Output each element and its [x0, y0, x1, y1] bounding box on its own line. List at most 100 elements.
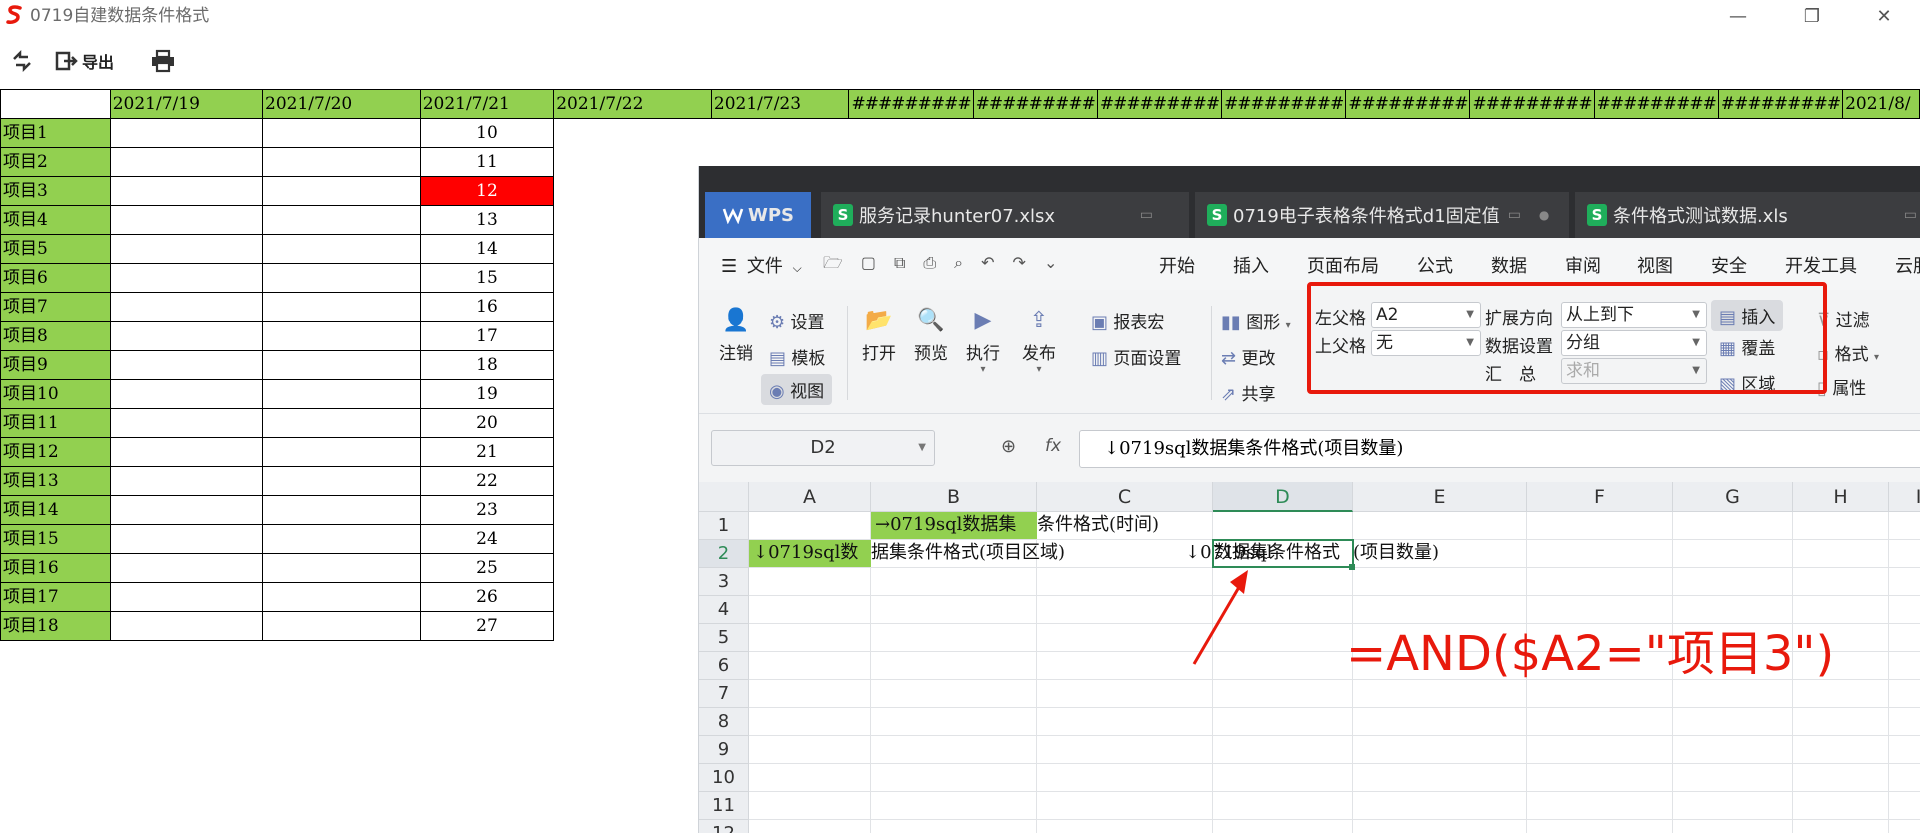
menu-cloud[interactable]: 云服: [1895, 252, 1920, 278]
row-label-cell[interactable]: 项目8: [0, 321, 111, 351]
grid-cell[interactable]: [871, 792, 1037, 820]
row-label-cell[interactable]: 项目1: [0, 118, 111, 148]
row-header[interactable]: 12: [699, 820, 749, 833]
value-cell[interactable]: 14: [419, 234, 555, 264]
empty-cell[interactable]: [109, 495, 264, 525]
quick-access-icons[interactable]: 🗁▢⧉⎙⌕↶↷⌄: [823, 252, 1075, 279]
date-header[interactable]: #########: [1717, 89, 1844, 119]
preview-button[interactable]: 🔍 预览: [911, 308, 951, 364]
grid-cell[interactable]: [1889, 540, 1920, 568]
grid-cell[interactable]: [1673, 568, 1793, 596]
grid-cell[interactable]: [1213, 680, 1353, 708]
empty-cell[interactable]: [262, 495, 421, 525]
grid-cell[interactable]: [1889, 736, 1920, 764]
grid-cell[interactable]: [749, 764, 871, 792]
grid-cell[interactable]: [1793, 792, 1889, 820]
empty-cell[interactable]: [109, 292, 264, 322]
empty-cell[interactable]: [262, 292, 421, 322]
grid-cell[interactable]: [1353, 736, 1527, 764]
file-menu[interactable]: ☰ 文件 ⌵: [721, 252, 802, 278]
date-header[interactable]: 2021/8/: [1842, 89, 1920, 119]
date-header[interactable]: #########: [1345, 89, 1471, 119]
empty-cell[interactable]: [109, 466, 264, 496]
date-header[interactable]: #########: [1221, 89, 1347, 119]
restore-button[interactable]: ❐: [1790, 2, 1834, 32]
grid-cell[interactable]: [749, 736, 871, 764]
grid-cell[interactable]: [1353, 708, 1527, 736]
date-header[interactable]: #########: [1469, 89, 1595, 119]
grid-cell[interactable]: [749, 708, 871, 736]
empty-cell[interactable]: [262, 118, 421, 148]
grid-cell[interactable]: [871, 624, 1037, 652]
grid-cell[interactable]: [1037, 680, 1213, 708]
grid-cell[interactable]: [749, 680, 871, 708]
grid-cell[interactable]: [1213, 820, 1353, 833]
row-label-cell[interactable]: 项目2: [0, 147, 111, 177]
select-all-corner[interactable]: [699, 482, 749, 512]
date-header[interactable]: 2021/7/20: [262, 89, 421, 119]
row-header[interactable]: 4: [699, 596, 749, 624]
zoom-icon[interactable]: ⊕: [1001, 436, 1016, 457]
page-setup-button[interactable]: ▥ 页面设置: [1091, 344, 1181, 369]
column-header-a[interactable]: A: [749, 482, 871, 512]
column-header-g[interactable]: G: [1673, 482, 1793, 512]
empty-cell[interactable]: [262, 408, 421, 438]
grid-cell[interactable]: [1527, 764, 1673, 792]
grid-cell[interactable]: [871, 820, 1037, 833]
logout-button[interactable]: 👤 注销: [719, 308, 753, 364]
chart-button[interactable]: ▮▮ 图形 ▾: [1221, 308, 1291, 333]
grid-cell[interactable]: [1037, 708, 1213, 736]
row-header[interactable]: 8: [699, 708, 749, 736]
row-label-cell[interactable]: 项目14: [0, 495, 111, 525]
value-cell[interactable]: 23: [419, 495, 555, 525]
row-label-cell[interactable]: 项目15: [0, 524, 111, 554]
grid-cell[interactable]: [1353, 764, 1527, 792]
grid-cell[interactable]: [1213, 512, 1353, 540]
formula-input[interactable]: ↓0719sql数据集条件格式(项目数量): [1079, 430, 1920, 468]
grid-cell[interactable]: [1793, 540, 1889, 568]
grid-cell[interactable]: [1213, 736, 1353, 764]
empty-cell[interactable]: [262, 263, 421, 293]
cell-b1[interactable]: →0719sql数据集: [875, 512, 1016, 538]
grid-cell[interactable]: [749, 596, 871, 624]
fx-label[interactable]: fx: [1045, 436, 1061, 456]
empty-cell[interactable]: [262, 437, 421, 467]
empty-cell[interactable]: [262, 611, 421, 641]
grid-cell[interactable]: [749, 652, 871, 680]
empty-cell[interactable]: [109, 118, 264, 148]
date-header[interactable]: 2021/7/23: [710, 89, 850, 119]
grid-cell[interactable]: [1889, 792, 1920, 820]
column-header-h[interactable]: H: [1793, 482, 1889, 512]
grid-cell[interactable]: [1889, 596, 1920, 624]
grid-cell[interactable]: [1037, 764, 1213, 792]
grid-cell[interactable]: [749, 820, 871, 833]
row-header[interactable]: 6: [699, 652, 749, 680]
grid-cell[interactable]: [1793, 512, 1889, 540]
grid-cell[interactable]: [1793, 708, 1889, 736]
grid-cell[interactable]: [1793, 764, 1889, 792]
empty-cell[interactable]: [262, 350, 421, 380]
grid-cell[interactable]: [871, 736, 1037, 764]
cell-a2[interactable]: ↓0719sql数: [753, 540, 858, 566]
grid-cell[interactable]: [1673, 820, 1793, 833]
value-cell[interactable]: 17: [419, 321, 555, 351]
grid-cell[interactable]: [1889, 820, 1920, 833]
view-button[interactable]: ◉ 视图: [761, 374, 833, 405]
column-header-b[interactable]: B: [871, 482, 1037, 512]
refresh-button[interactable]: [10, 46, 34, 76]
row-header[interactable]: 10: [699, 764, 749, 792]
grid-cell[interactable]: [1889, 764, 1920, 792]
row-label-cell[interactable]: 项目4: [0, 205, 111, 235]
row-label-cell[interactable]: 项目7: [0, 292, 111, 322]
tab-file-0719[interactable]: S 0719电子表格条件格式d1固定值 ▭ ●: [1195, 192, 1569, 238]
empty-cell[interactable]: [109, 582, 264, 612]
column-header-d[interactable]: D: [1213, 482, 1353, 512]
grid-cell[interactable]: [1673, 792, 1793, 820]
publish-button[interactable]: ⇪ 发布 ▾: [1019, 308, 1059, 375]
grid-cell[interactable]: [1673, 708, 1793, 736]
column-header-f[interactable]: F: [1527, 482, 1673, 512]
empty-cell[interactable]: [109, 234, 264, 264]
empty-cell[interactable]: [262, 582, 421, 612]
value-cell[interactable]: 27: [419, 611, 555, 641]
row-label-cell[interactable]: 项目12: [0, 437, 111, 467]
